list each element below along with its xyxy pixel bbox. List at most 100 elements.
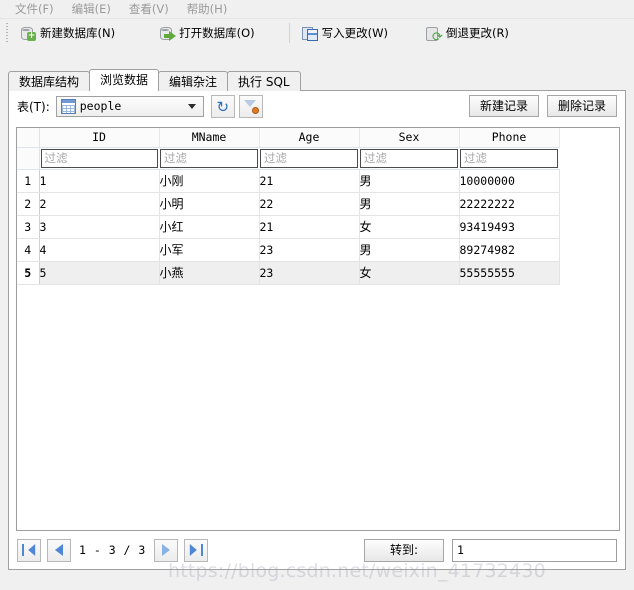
- filter-input-age[interactable]: 过滤: [260, 148, 358, 168]
- write-changes-label: 写入更改(W): [321, 26, 388, 40]
- refresh-icon: ↻: [216, 97, 230, 116]
- new-database-button[interactable]: + 新建数据库(N): [12, 21, 123, 45]
- column-header-age[interactable]: Age: [259, 128, 360, 148]
- table-row[interactable]: 2 2 小明 22 男 22222222: [17, 192, 560, 216]
- cell-id[interactable]: 3: [39, 215, 160, 239]
- table-row[interactable]: 1 1 小刚 21 男 10000000: [17, 169, 560, 193]
- first-page-button[interactable]: [17, 538, 41, 562]
- filter-cell-id: 过滤: [39, 147, 159, 170]
- clear-filters-button[interactable]: [238, 94, 263, 118]
- goto-input[interactable]: 1: [452, 538, 617, 562]
- menu-edit[interactable]: 编辑(E): [63, 0, 120, 18]
- tab-browse-data[interactable]: 浏览数据: [89, 69, 160, 91]
- cell-mname[interactable]: 小燕: [159, 261, 260, 285]
- cell-sex[interactable]: 男: [359, 238, 460, 262]
- tab-execute-sql[interactable]: 执行 SQL: [227, 71, 301, 91]
- table-icon: [60, 98, 76, 114]
- table-row[interactable]: 3 3 小红 21 女 93419493: [17, 215, 560, 239]
- cell-phone[interactable]: 93419493: [459, 215, 560, 239]
- menu-help[interactable]: 帮助(H): [178, 0, 237, 18]
- cell-id[interactable]: 2: [39, 192, 160, 216]
- row-number[interactable]: 1: [17, 169, 40, 193]
- grid-corner[interactable]: [17, 128, 40, 148]
- table-row[interactable]: 4 4 小军 23 男 89274982: [17, 238, 560, 262]
- filter-row-corner: [17, 147, 40, 170]
- menu-view[interactable]: 查看(V): [120, 0, 178, 18]
- table-select-value: people: [79, 99, 122, 113]
- column-header-id[interactable]: ID: [39, 128, 160, 148]
- cell-age[interactable]: 21: [259, 169, 360, 193]
- cell-age[interactable]: 22: [259, 192, 360, 216]
- cell-sex[interactable]: 女: [359, 261, 460, 285]
- tab-database-structure[interactable]: 数据库结构: [8, 71, 91, 91]
- database-open-icon: [159, 25, 177, 41]
- cell-sex[interactable]: 女: [359, 215, 460, 239]
- chevron-down-icon: [187, 103, 196, 109]
- toolbar-separator-1: [288, 23, 290, 43]
- row-number[interactable]: 4: [17, 238, 40, 262]
- next-page-button[interactable]: [153, 538, 178, 562]
- column-header-phone[interactable]: Phone: [459, 128, 560, 148]
- filter-input-mname[interactable]: 过滤: [160, 148, 258, 168]
- table-label: 表(T):: [17, 99, 50, 114]
- toolbar-grip[interactable]: [4, 23, 10, 43]
- cell-id[interactable]: 4: [39, 238, 160, 262]
- new-database-label: 新建数据库(N): [40, 26, 116, 40]
- new-record-button[interactable]: 新建记录: [468, 95, 539, 117]
- cell-phone[interactable]: 89274982: [459, 238, 560, 262]
- delete-record-button[interactable]: 删除记录: [546, 95, 617, 117]
- open-database-button[interactable]: 打开数据库(O): [151, 21, 263, 45]
- cell-sex[interactable]: 男: [359, 169, 460, 193]
- record-buttons: 新建记录 删除记录: [468, 95, 617, 117]
- tab-edit-pragmas[interactable]: 编辑杂注: [158, 71, 229, 91]
- revert-changes-label: 倒退更改(R): [445, 26, 509, 40]
- browse-data-panel: 表(T): people ↻ 新建记录 删除记录 ID MName Age Se…: [8, 90, 626, 570]
- data-rows: 1 1 小刚 21 男 10000000 2 2 小明 22 男 2222222…: [17, 169, 560, 285]
- cell-phone[interactable]: 55555555: [459, 261, 560, 285]
- filter-input-sex[interactable]: 过滤: [360, 148, 458, 168]
- table-row[interactable]: 5 5 小燕 23 女 55555555: [17, 261, 560, 285]
- refresh-button[interactable]: ↻: [210, 94, 235, 118]
- cell-id[interactable]: 1: [39, 169, 160, 193]
- filter-input-id[interactable]: 过滤: [40, 148, 158, 168]
- cell-age[interactable]: 23: [259, 261, 360, 285]
- clear-filter-icon: [243, 98, 259, 114]
- row-number[interactable]: 3: [17, 215, 40, 239]
- filter-input-phone[interactable]: 过滤: [460, 148, 558, 168]
- filter-cell-age: 过滤: [259, 147, 359, 170]
- filter-cell-phone: 过滤: [459, 147, 559, 170]
- open-database-label: 打开数据库(O): [179, 26, 255, 40]
- table-select[interactable]: people: [55, 95, 204, 117]
- cell-sex[interactable]: 男: [359, 192, 460, 216]
- cell-id[interactable]: 5: [39, 261, 160, 285]
- filter-cell-mname: 过滤: [159, 147, 259, 170]
- goto-group: 转到: 1: [364, 538, 617, 562]
- column-header-sex[interactable]: Sex: [359, 128, 460, 148]
- menu-file[interactable]: 文件(F): [6, 0, 63, 18]
- data-table: ID MName Age Sex Phone 过滤 过滤 过滤 过滤 过滤 1 …: [17, 128, 560, 285]
- filter-row: 过滤 过滤 过滤 过滤 过滤: [17, 147, 559, 170]
- prev-page-button[interactable]: [47, 538, 71, 562]
- write-changes-button[interactable]: 写入更改(W): [294, 21, 396, 45]
- data-grid[interactable]: ID MName Age Sex Phone 过滤 过滤 过滤 过滤 过滤 1 …: [16, 127, 620, 531]
- table-chooser-row: 表(T): people ↻ 新建记录 删除记录: [9, 91, 625, 121]
- revert-icon: [425, 25, 443, 44]
- prev-page-icon: [55, 544, 63, 556]
- cell-mname[interactable]: 小明: [159, 192, 260, 216]
- row-number[interactable]: 5: [17, 261, 40, 285]
- cell-age[interactable]: 21: [259, 215, 360, 239]
- cell-age[interactable]: 23: [259, 238, 360, 262]
- goto-button[interactable]: 转到:: [364, 538, 444, 562]
- cell-phone[interactable]: 22222222: [459, 192, 560, 216]
- tab-strip: 数据库结构 浏览数据 编辑杂注 执行 SQL: [8, 69, 301, 91]
- column-header-mname[interactable]: MName: [159, 128, 260, 148]
- cell-mname[interactable]: 小刚: [159, 169, 260, 193]
- cell-phone[interactable]: 10000000: [459, 169, 560, 193]
- revert-changes-button[interactable]: 倒退更改(R): [418, 21, 517, 45]
- last-page-button[interactable]: [183, 538, 208, 562]
- cell-mname[interactable]: 小军: [159, 238, 260, 262]
- cell-mname[interactable]: 小红: [159, 215, 260, 239]
- menu-bar: 文件(F) 编辑(E) 查看(V) 帮助(H): [0, 0, 634, 18]
- filter-cell-sex: 过滤: [359, 147, 459, 170]
- row-number[interactable]: 2: [17, 192, 40, 216]
